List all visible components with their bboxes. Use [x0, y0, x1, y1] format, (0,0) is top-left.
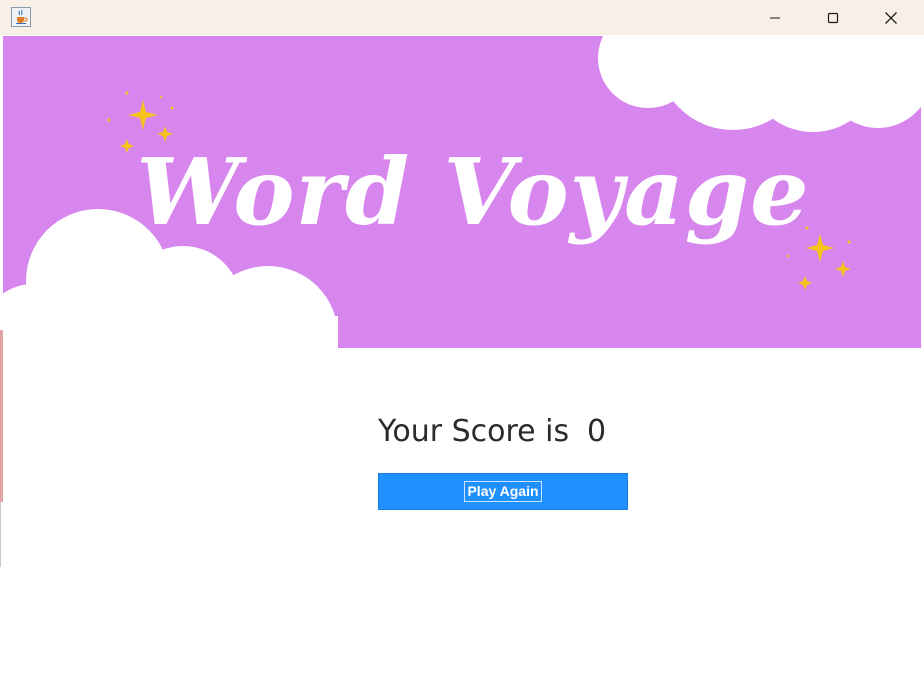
banner-title: Word Voyage [136, 138, 809, 246]
title-bar[interactable] [0, 0, 924, 35]
background-window-edge-2 [0, 502, 1, 567]
close-button[interactable] [862, 0, 920, 35]
minimize-icon [770, 17, 780, 18]
background-window-edge [0, 330, 3, 502]
title-banner: Word Voyage [3, 36, 921, 348]
play-again-label: Play Again [464, 481, 542, 502]
play-again-button[interactable]: Play Again [378, 473, 628, 510]
close-icon [885, 11, 897, 24]
java-cup-icon[interactable] [11, 7, 31, 27]
minimize-button[interactable] [746, 0, 804, 35]
maximize-icon [827, 12, 839, 23]
maximize-button[interactable] [804, 0, 862, 35]
app-window: Word Voyage Your Score is 0 Play Again [0, 0, 924, 673]
score-label: Your Score is [378, 414, 570, 449]
score-value: 0 [587, 414, 607, 449]
